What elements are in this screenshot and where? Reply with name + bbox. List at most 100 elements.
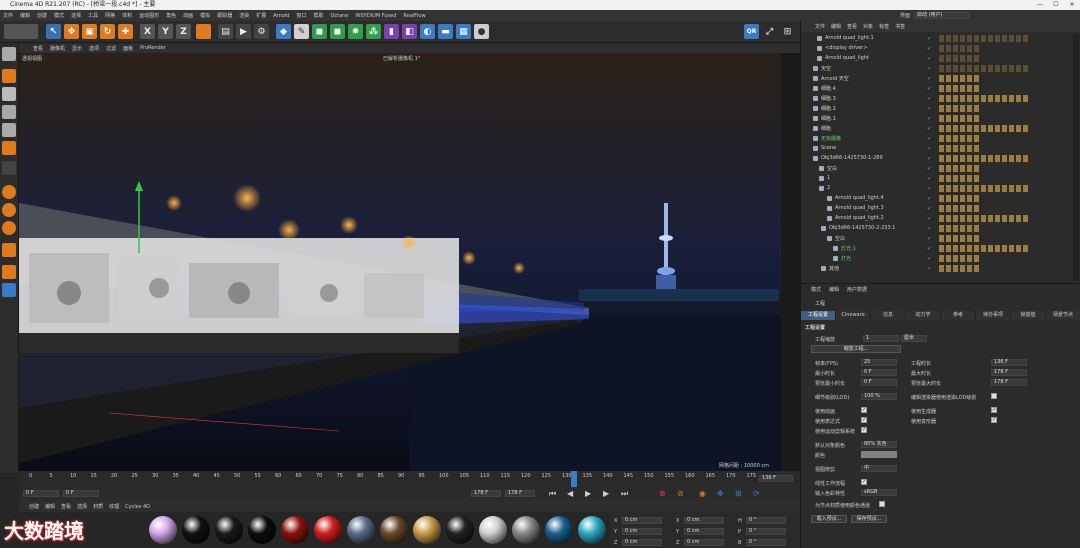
snap-icon[interactable] — [2, 185, 16, 199]
object-menu-item[interactable]: 编辑 — [831, 23, 841, 30]
layout-icon[interactable]: ⊞ — [780, 24, 795, 39]
effector-icon[interactable]: ✸ — [348, 24, 363, 39]
size-x-field[interactable]: 0 cm — [684, 517, 724, 524]
material-menu-item[interactable]: 选择 — [77, 503, 87, 510]
scale-field[interactable]: 1 — [863, 335, 899, 342]
current-frame[interactable]: 136 F — [759, 475, 793, 482]
rotate-icon[interactable]: ↻ — [100, 24, 115, 39]
material-swatch[interactable] — [248, 516, 276, 544]
visibility-check-icon[interactable]: ✓ — [927, 216, 935, 222]
lod-field[interactable]: 100 % — [861, 393, 897, 400]
object-tags[interactable] — [939, 165, 979, 172]
coord-system-icon[interactable] — [196, 24, 211, 39]
autokey-icon[interactable]: ⊘ — [677, 489, 684, 498]
scale-project-button[interactable]: 缩放工程... — [811, 345, 901, 353]
visibility-check-icon[interactable]: ✓ — [927, 166, 935, 172]
visibility-check-icon[interactable]: ✓ — [927, 46, 935, 52]
material-swatch[interactable] — [512, 516, 540, 544]
object-row[interactable]: Arnold quad_light.1 ✓ — [807, 34, 1073, 44]
material-swatch[interactable] — [314, 516, 342, 544]
record-icon[interactable]: ⊗ — [659, 489, 666, 498]
start-frame-field[interactable]: 0 F — [23, 490, 59, 497]
size-z-field[interactable]: 0 cm — [684, 539, 724, 546]
menu-item[interactable]: 选择 — [71, 12, 81, 19]
mograph-icon[interactable]: ⁂ — [366, 24, 381, 39]
menu-item[interactable]: 模拟 — [200, 12, 210, 19]
use-generators-checkbox[interactable]: ✓ — [991, 407, 997, 413]
rot-b-field[interactable]: 0 ° — [746, 539, 786, 546]
object-tags[interactable] — [939, 65, 1029, 72]
undo-redo-icon[interactable] — [4, 24, 38, 39]
material-swatch[interactable] — [578, 516, 606, 544]
material-menu-item[interactable]: 编辑 — [45, 503, 55, 510]
visibility-check-icon[interactable]: ✓ — [927, 66, 935, 72]
menu-item[interactable]: 跟踪器 — [217, 12, 232, 19]
y-axis-icon[interactable]: Y — [158, 24, 173, 39]
menu-item[interactable]: 帮助 — [313, 12, 323, 19]
visibility-check-icon[interactable]: ✓ — [927, 56, 935, 62]
render-region-icon[interactable]: ▤ — [218, 24, 233, 39]
key-move-icon[interactable]: ✥ — [717, 489, 724, 498]
object-tags[interactable] — [939, 55, 979, 62]
menu-item[interactable]: 体积 — [122, 12, 132, 19]
minimize-button[interactable]: — — [1032, 0, 1048, 10]
preview-start-field[interactable]: 0 F — [63, 490, 99, 497]
max-field[interactable]: 178 F — [991, 369, 1027, 376]
attr-tab[interactable]: 动力学 — [906, 311, 941, 320]
input-profile-select[interactable]: sRGB — [861, 489, 897, 496]
object-tags[interactable] — [939, 35, 1029, 42]
visibility-check-icon[interactable]: ✓ — [927, 196, 935, 202]
menu-item[interactable]: RealFlow — [403, 13, 425, 19]
visibility-check-icon[interactable]: ✓ — [927, 76, 935, 82]
object-tags[interactable] — [939, 45, 979, 52]
menu-item[interactable]: 渲染 — [239, 12, 249, 19]
light-icon[interactable]: ● — [474, 24, 489, 39]
object-tags[interactable] — [939, 185, 1029, 192]
object-tags[interactable] — [939, 75, 979, 82]
rot-h-field[interactable]: 0 ° — [746, 517, 786, 524]
visibility-check-icon[interactable]: ✓ — [927, 206, 935, 212]
object-row[interactable]: <display driver> ✓ — [807, 44, 1073, 54]
camera-icon[interactable]: ▬ — [438, 24, 453, 39]
size-y-field[interactable]: 0 cm — [684, 528, 724, 535]
object-row[interactable]: Arnold quad_light.4 ✓ — [807, 194, 1073, 204]
menu-item[interactable]: 扩展 — [256, 12, 266, 19]
z-axis-icon[interactable]: Z — [176, 24, 191, 39]
object-tags[interactable] — [939, 265, 979, 272]
material-menu-item[interactable]: 纹理 — [109, 503, 119, 510]
menu-item[interactable]: 编辑 — [20, 12, 30, 19]
material-swatch[interactable] — [545, 516, 573, 544]
object-row[interactable]: 细胞.4 ✓ — [807, 84, 1073, 94]
attr-tab[interactable]: 参考 — [941, 311, 976, 320]
menu-item[interactable]: Octane — [330, 13, 348, 19]
object-row[interactable]: 细胞.1 ✓ — [807, 114, 1073, 124]
attr-tab[interactable]: 待办事项 — [976, 311, 1011, 320]
object-menu-item[interactable]: 标签 — [879, 23, 889, 30]
object-row[interactable]: 天空 ✓ — [807, 64, 1073, 74]
edges-mode-icon[interactable] — [2, 123, 16, 137]
menu-item[interactable]: INSYDIUM Fused — [355, 13, 396, 19]
paint-icon[interactable] — [2, 283, 16, 297]
menu-item[interactable]: 运动图形 — [139, 12, 159, 19]
menu-item[interactable]: 动画 — [183, 12, 193, 19]
object-row[interactable]: 细胞.3 ✓ — [807, 94, 1073, 104]
object-row[interactable]: 2 ✓ — [807, 184, 1073, 194]
keyframe-icon[interactable]: ◉ — [699, 489, 706, 498]
min-field[interactable]: 0 F — [861, 369, 897, 376]
visibility-check-icon[interactable]: ✓ — [927, 126, 935, 132]
go-start-icon[interactable]: ⏮ — [549, 489, 556, 499]
use-animation-checkbox[interactable]: ✓ — [861, 407, 867, 413]
object-tags[interactable] — [939, 255, 979, 262]
coord-x-field[interactable]: 0 cm — [622, 517, 662, 524]
material-swatch[interactable] — [446, 516, 474, 544]
coord-z-field[interactable]: 0 cm — [622, 539, 662, 546]
object-tags[interactable] — [939, 115, 979, 122]
visibility-check-icon[interactable]: ✓ — [927, 236, 935, 242]
material-swatch[interactable] — [347, 516, 375, 544]
snap-settings-icon[interactable] — [2, 203, 16, 217]
rot-p-field[interactable]: 0 ° — [746, 528, 786, 535]
viewport-menu-item[interactable]: 摄像机 — [50, 45, 65, 52]
object-row[interactable]: 空白 ✓ — [807, 164, 1073, 174]
visibility-check-icon[interactable]: ✓ — [927, 36, 935, 42]
next-key-icon[interactable]: ▶ — [603, 489, 609, 498]
